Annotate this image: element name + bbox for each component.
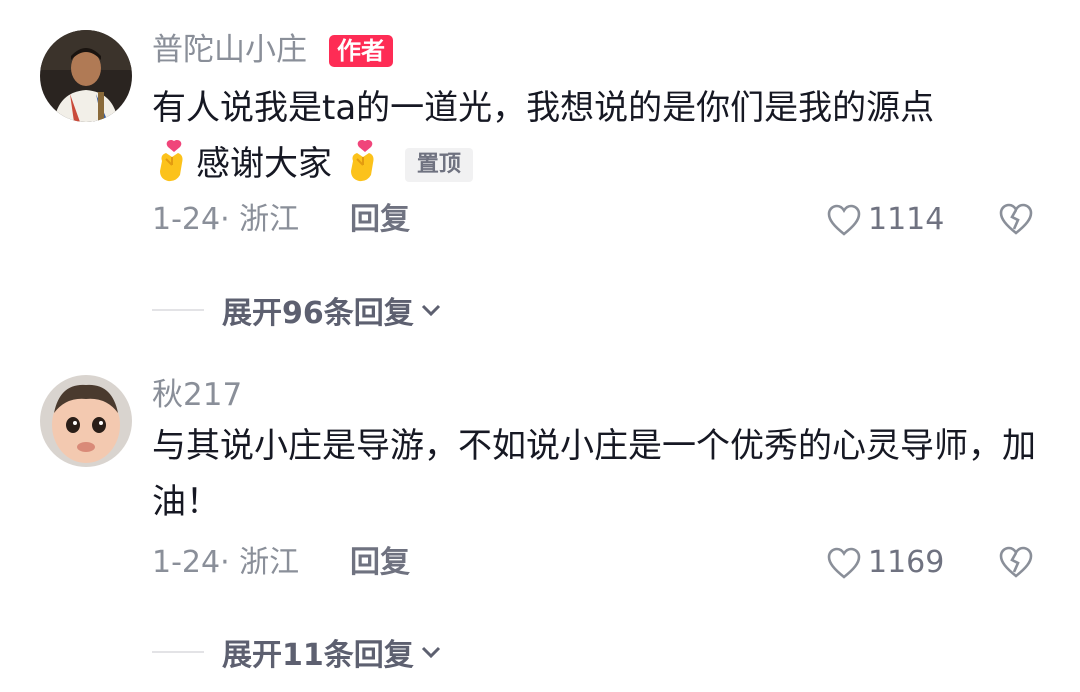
avatar[interactable]: [40, 375, 132, 467]
expand-replies-button[interactable]: 展开96条回复: [152, 290, 444, 331]
dislike-button[interactable]: [998, 545, 1034, 592]
like-count: 1169: [868, 545, 945, 580]
heart-hands-emoji: [152, 139, 192, 183]
chevron-down-icon: [421, 304, 440, 317]
expand-replies-button[interactable]: 展开11条回复: [152, 632, 444, 673]
expand-label: 展开96条回复: [222, 296, 414, 331]
like-button[interactable]: 1169: [826, 541, 944, 585]
heart-outline-icon: [827, 204, 861, 236]
username[interactable]: 普陀山小庄: [152, 30, 307, 70]
date-location: 1-24· 浙江: [152, 545, 300, 580]
like-count: 1114: [868, 202, 945, 237]
comment-text: 与其说小庄是导游，不如说小庄是一个优秀的心灵导师，加油！: [152, 426, 1036, 522]
pinned-badge: 置顶: [404, 148, 473, 182]
broken-heart-icon: [999, 203, 1033, 235]
comment-text: 有人说我是ta的一道光，我想说的是你们是我的源点 感谢大家 置顶: [152, 88, 935, 184]
dislike-button[interactable]: [998, 202, 1034, 249]
reply-button[interactable]: 回复: [350, 541, 410, 585]
comment-meta: 1-24· 浙江 回复 1114: [152, 198, 1042, 242]
broken-heart-icon: [999, 546, 1033, 578]
reply-button[interactable]: 回复: [350, 198, 410, 242]
comment-meta: 1-24· 浙江 回复 1169: [152, 541, 1042, 585]
expand-label: 展开11条回复: [222, 638, 414, 673]
username[interactable]: 秋217: [152, 375, 242, 415]
author-badge: 作者: [329, 35, 393, 67]
heart-outline-icon: [827, 547, 861, 579]
avatar[interactable]: [40, 30, 132, 122]
divider: [152, 309, 204, 311]
like-button[interactable]: 1114: [826, 198, 944, 242]
chevron-down-icon: [421, 646, 440, 659]
date-location: 1-24· 浙江: [152, 202, 300, 237]
heart-hands-emoji: [343, 139, 383, 183]
divider: [152, 651, 204, 653]
